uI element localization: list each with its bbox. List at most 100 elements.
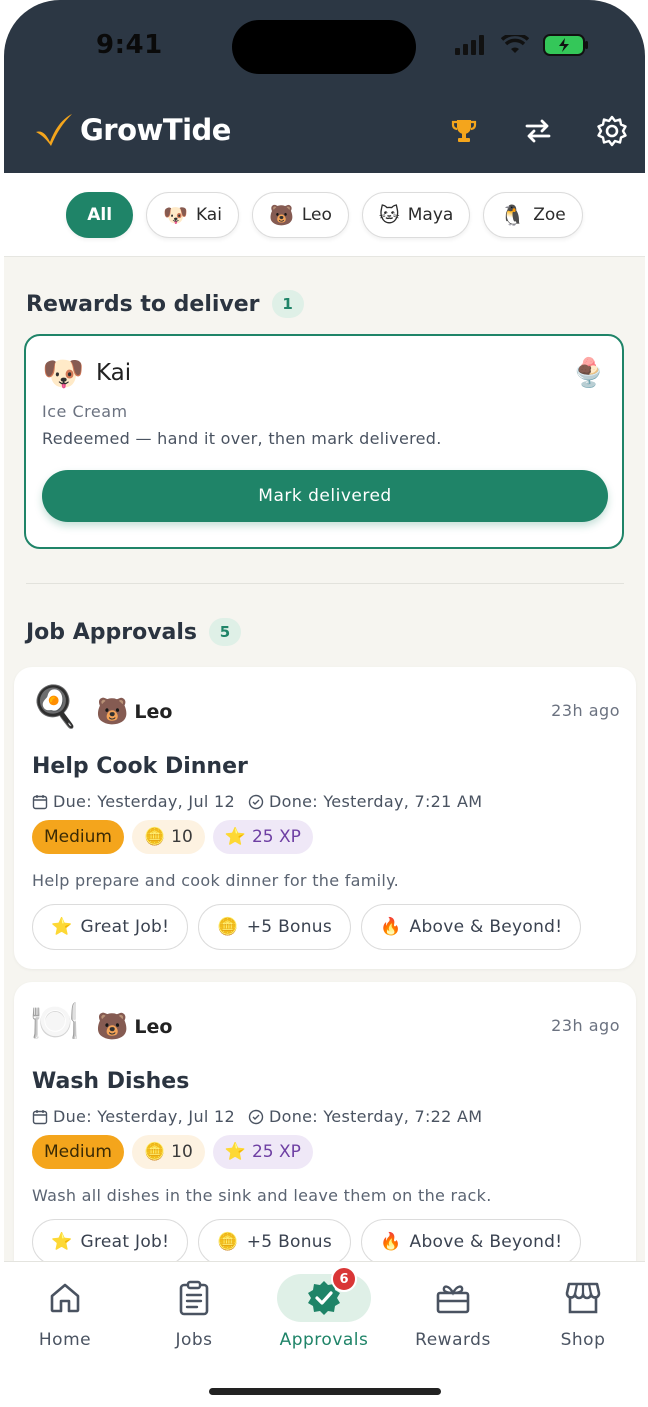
xp-badge: ⭐ 25 XP [212, 820, 313, 854]
coins-icon: 🪙 [143, 827, 166, 847]
filter-label: Maya [407, 204, 454, 225]
coin-badge: 🪙 10 [131, 820, 205, 854]
notification-badge: 6 [331, 1266, 357, 1292]
filter-chip-kai[interactable]: 🐶 Kai [146, 191, 239, 238]
done-date: Done: Yesterday, 7:22 AM [268, 1107, 483, 1126]
clipboard-icon [179, 1280, 209, 1316]
job-actions: ⭐ Great Job! 🪙 +5 Bonus 🔥 Above & Beyond! [32, 904, 582, 950]
brand-name: GrowTide [80, 113, 231, 147]
bear-avatar-icon: 🐻 [96, 697, 129, 727]
job-badges: Medium 🪙 10 ⭐ 25 XP [32, 1135, 313, 1169]
kid-name: Leo [134, 701, 173, 723]
job-actions: ⭐ Great Job! 🪙 +5 Bonus 🔥 Above & Beyond! [32, 1219, 582, 1265]
job-title: Help Cook Dinner [32, 754, 248, 779]
tab-label: Shop [560, 1330, 606, 1350]
dog-avatar-icon: 🐶 [163, 202, 188, 227]
fire-icon: 🔥 [380, 1232, 402, 1252]
button-label: +5 Bonus [246, 1232, 333, 1252]
swap-icon[interactable] [521, 114, 555, 148]
done-date: Done: Yesterday, 7:21 AM [268, 792, 483, 811]
wifi-icon [501, 35, 529, 53]
filter-label: Kai [195, 204, 222, 225]
xp-value: 25 XP [251, 1142, 301, 1162]
job-description: Wash all dishes in the sink and leave th… [32, 1186, 492, 1205]
due-date: Due: Yesterday, Jul 12 [53, 792, 235, 811]
brand-logo: GrowTide [34, 112, 231, 148]
count-badge: 5 [209, 618, 242, 646]
store-icon [565, 1282, 601, 1314]
fire-icon: 🔥 [380, 917, 402, 937]
due-date: Due: Yesterday, Jul 12 [53, 1107, 235, 1126]
button-label: +5 Bonus [246, 917, 333, 937]
tab-label: Jobs [175, 1330, 213, 1350]
coins-icon: 🪙 [217, 1232, 239, 1252]
cooking-icon: 🍳 [30, 684, 80, 730]
checkmark-leaf-icon [36, 114, 72, 146]
coin-value: 10 [171, 827, 193, 847]
filter-label: Zoe [533, 204, 566, 225]
tab-jobs[interactable]: Jobs [139, 1274, 249, 1350]
time-ago: 23h ago [551, 701, 620, 720]
reward-message: Redeemed — hand it over, then mark deliv… [42, 429, 442, 448]
above-beyond-button[interactable]: 🔥 Above & Beyond! [361, 1219, 582, 1265]
gift-icon [436, 1285, 470, 1314]
app-header: 9:41 GrowTide [4, 0, 645, 173]
filter-chip-leo[interactable]: 🐻 Leo [251, 191, 349, 238]
dog-avatar-icon: 🐶 [42, 354, 85, 394]
penguin-avatar-icon: 🐧 [500, 202, 526, 227]
filter-label: Leo [301, 204, 332, 225]
bonus-button[interactable]: 🪙 +5 Bonus [198, 904, 352, 950]
coins-icon: 🪙 [143, 1142, 166, 1162]
great-job-button[interactable]: ⭐ Great Job! [32, 1219, 189, 1265]
check-circle-icon [248, 1109, 264, 1124]
section-title: Job Approvals [26, 619, 198, 645]
coin-value: 10 [171, 1142, 193, 1162]
count-badge: 1 [271, 290, 304, 318]
filter-chip-zoe[interactable]: 🐧 Zoe [483, 191, 583, 238]
coins-icon: 🪙 [217, 917, 239, 937]
home-indicator [209, 1388, 441, 1395]
kid-filter-bar: All 🐶 Kai 🐻 Leo 🐱 Maya 🐧 Zoe [4, 173, 645, 257]
approvals-section-header: Job Approvals 5 [26, 618, 242, 646]
great-job-button[interactable]: ⭐ Great Job! [32, 904, 189, 950]
check-circle-icon [248, 794, 264, 809]
ice-cream-icon: 🍨 [571, 356, 606, 389]
xp-badge: ⭐ 25 XP [212, 1135, 313, 1169]
tab-label: Home [38, 1330, 92, 1350]
button-label: Great Job! [80, 917, 170, 937]
above-beyond-button[interactable]: 🔥 Above & Beyond! [361, 904, 582, 950]
tab-home[interactable]: Home [10, 1274, 120, 1350]
filter-chip-maya[interactable]: 🐱 Maya [361, 191, 471, 238]
trophy-icon[interactable] [447, 114, 481, 148]
dynamic-island [232, 20, 416, 74]
header-actions [447, 114, 629, 148]
system-status-icons [455, 34, 589, 56]
job-dates: Due: Yesterday, Jul 12 Done: Yesterday, … [32, 1107, 482, 1126]
home-icon [50, 1283, 80, 1313]
bottom-tab-bar: Home Jobs 6 Approvals Rewards Shop [4, 1261, 645, 1407]
tab-label: Rewards [415, 1330, 491, 1350]
rewards-section-header: Rewards to deliver 1 [26, 290, 304, 318]
star-icon: ⭐ [224, 1142, 246, 1162]
tab-label: Approvals [279, 1330, 369, 1350]
job-approval-card[interactable]: 🍽️ 🐻 Leo 23h ago Wash Dishes Due: Yester… [14, 982, 636, 1284]
calendar-icon [32, 794, 48, 809]
bonus-button[interactable]: 🪙 +5 Bonus [198, 1219, 352, 1265]
tab-approvals[interactable]: 6 Approvals [269, 1266, 379, 1350]
job-approval-card[interactable]: 🍳 🐻 Leo 23h ago Help Cook Dinner Due: Ye… [14, 667, 636, 969]
mark-delivered-button[interactable]: Mark delivered [42, 470, 608, 522]
section-title: Rewards to deliver [26, 291, 260, 317]
difficulty-badge: Medium [32, 1135, 124, 1169]
bear-avatar-icon: 🐻 [268, 202, 294, 227]
status-time: 9:41 [96, 30, 163, 60]
kid-row: 🐻 Leo [96, 1012, 172, 1042]
star-icon: ⭐ [51, 1232, 73, 1252]
gear-icon[interactable] [595, 114, 629, 148]
battery-icon [543, 34, 588, 56]
filter-chip-all[interactable]: All [66, 191, 134, 238]
tab-shop[interactable]: Shop [528, 1274, 638, 1350]
tab-rewards[interactable]: Rewards [398, 1274, 508, 1350]
job-dates: Due: Yesterday, Jul 12 Done: Yesterday, … [32, 792, 482, 811]
calendar-icon [32, 1109, 48, 1124]
star-icon: ⭐ [224, 827, 246, 847]
